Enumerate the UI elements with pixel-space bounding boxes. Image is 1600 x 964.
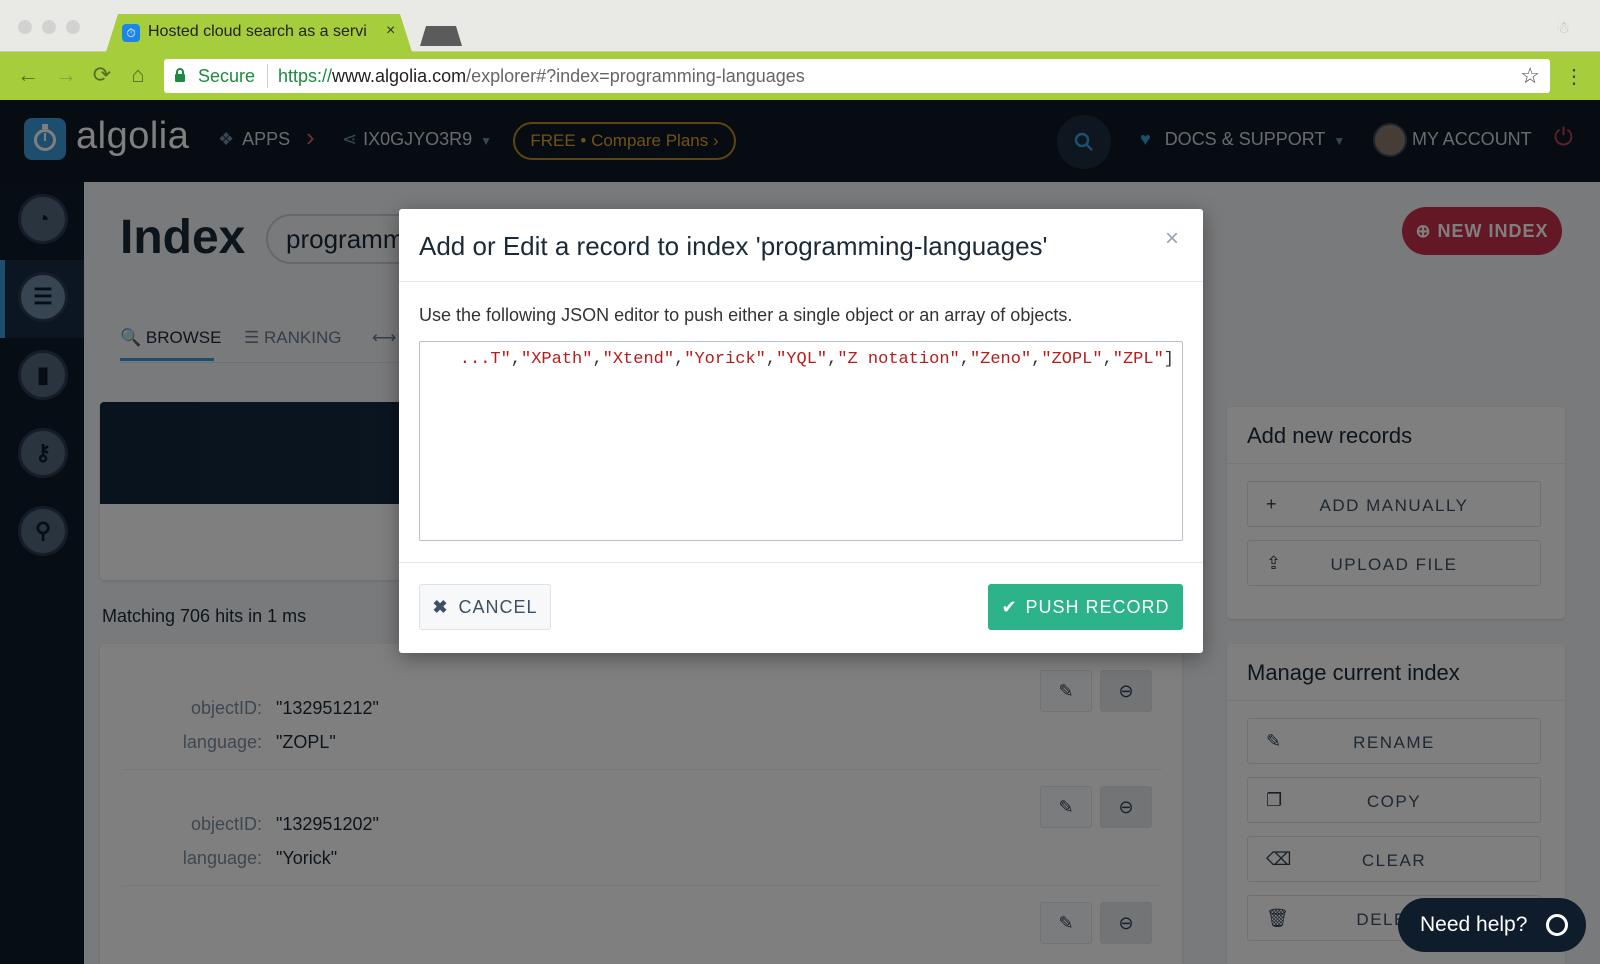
- secure-label: Secure: [198, 66, 256, 86]
- json-string: "Yorick": [684, 350, 766, 369]
- window-zoom-dot[interactable]: [66, 20, 80, 34]
- modal-title: Add or Edit a record to index 'programmi…: [419, 231, 1048, 261]
- bookmark-star-icon[interactable]: ☆: [1520, 63, 1540, 89]
- check-icon: ✔: [1001, 597, 1018, 617]
- json-string: "ZPL": [1112, 350, 1164, 369]
- algolia-favicon-icon: ⏱: [122, 24, 140, 42]
- need-help-button[interactable]: Need help?: [1398, 898, 1586, 952]
- tab-close-icon[interactable]: ×: [386, 22, 395, 40]
- new-tab-button[interactable]: [420, 26, 462, 46]
- reload-icon[interactable]: ⟳: [88, 62, 116, 88]
- url-host: www.algolia.com: [332, 66, 467, 86]
- forward-icon[interactable]: →: [52, 62, 80, 88]
- cancel-button[interactable]: ✖ CANCEL: [419, 584, 551, 630]
- url-text[interactable]: https://www.algolia.com/explorer#?index=…: [278, 66, 805, 87]
- push-record-label: PUSH RECORD: [1025, 597, 1170, 617]
- url-path: /explorer#?index=programming-languages: [466, 66, 805, 86]
- json-string: "XPath": [521, 350, 593, 369]
- close-icon[interactable]: ×: [1165, 225, 1179, 253]
- lifebuoy-icon: [1546, 914, 1568, 936]
- browser-navbar: ← → ⟳ ⌂ Secure https://www.algolia.com/e…: [0, 52, 1600, 100]
- browser-menu-icon[interactable]: ⋮: [1564, 64, 1584, 89]
- json-string: "Zeno": [969, 350, 1032, 369]
- json-code-line: ...T","XPath","Xtend","Yorick","YQL","Z …: [459, 350, 1174, 369]
- browser-chrome: ⏱ Hosted cloud search as a servi × ☃ ← →…: [0, 0, 1600, 100]
- window-minimize-dot[interactable]: [42, 20, 56, 34]
- address-divider: [267, 64, 268, 88]
- window-close-dot[interactable]: [18, 20, 32, 34]
- json-editor[interactable]: ...T","XPath","Xtend","Yorick","YQL","Z …: [419, 341, 1183, 541]
- json-string: "Xtend": [602, 350, 675, 369]
- back-icon[interactable]: ←: [14, 62, 42, 88]
- modal-description: Use the following JSON editor to push ei…: [419, 305, 1073, 325]
- json-array-close: ]: [1163, 350, 1174, 369]
- tab-strip: ⏱ Hosted cloud search as a servi × ☃: [0, 0, 1600, 52]
- browser-profile-icon[interactable]: ☃: [1556, 18, 1574, 37]
- cancel-label: CANCEL: [458, 597, 538, 617]
- browser-tab-active[interactable]: ⏱ Hosted cloud search as a servi ×: [106, 14, 412, 52]
- push-record-button[interactable]: ✔ PUSH RECORD: [988, 584, 1183, 630]
- modal-footer-divider: [399, 562, 1203, 563]
- need-help-label: Need help?: [1420, 913, 1528, 936]
- add-edit-record-modal: Add or Edit a record to index 'programmi…: [399, 209, 1203, 653]
- json-string: "Z notation": [837, 350, 960, 369]
- modal-header-divider: [399, 281, 1203, 282]
- tab-title: Hosted cloud search as a servi: [148, 23, 367, 40]
- json-string: "ZOPL": [1041, 350, 1103, 369]
- url-scheme: https://: [278, 66, 333, 86]
- json-string: ...T": [459, 350, 511, 369]
- lock-icon: [175, 68, 185, 82]
- x-icon: ✖: [432, 597, 449, 617]
- address-bar[interactable]: Secure https://www.algolia.com/explorer#…: [164, 59, 1550, 93]
- home-icon[interactable]: ⌂: [124, 62, 152, 88]
- json-string: "YQL": [776, 350, 828, 369]
